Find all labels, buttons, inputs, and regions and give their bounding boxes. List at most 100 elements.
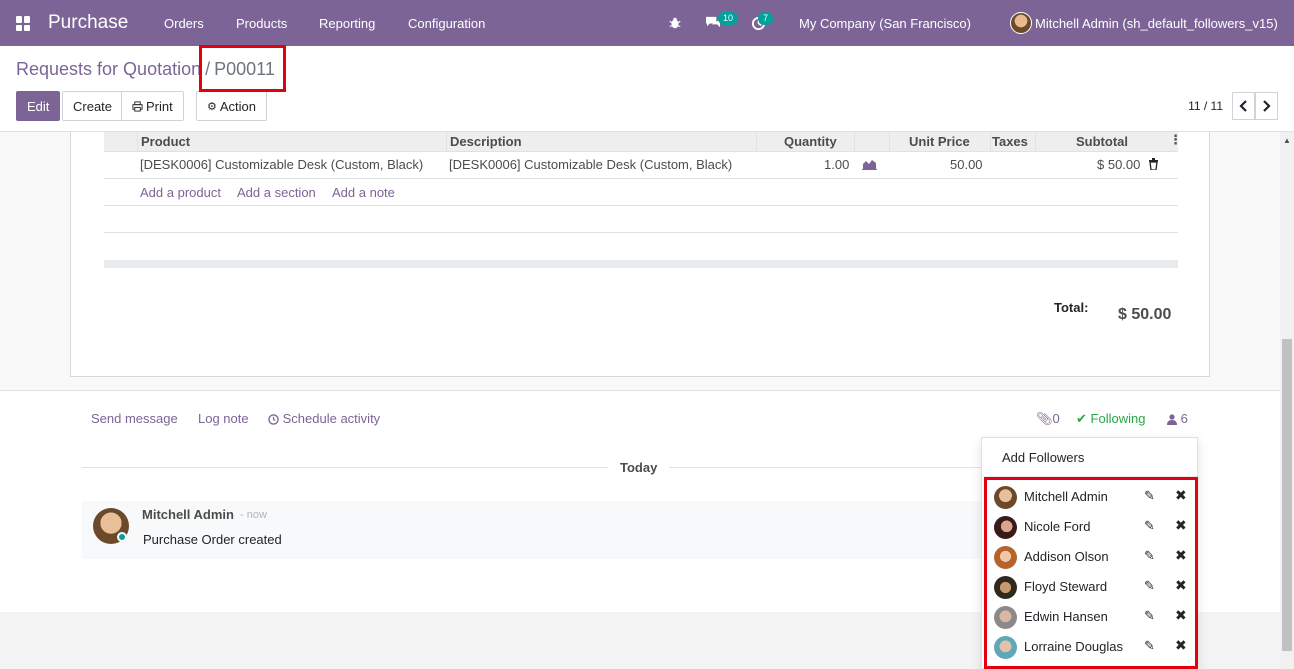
menu-products[interactable]: Products — [236, 16, 287, 31]
user-menu[interactable]: Mitchell Admin (sh_default_followers_v15… — [1010, 0, 1278, 46]
add-product-link[interactable]: Add a product — [140, 185, 221, 200]
schedule-activity-button[interactable]: Schedule activity — [268, 411, 380, 426]
clock-icon — [268, 414, 279, 425]
follower-avatar — [994, 546, 1017, 569]
top-navbar: Purchase Orders Products Reporting Confi… — [0, 0, 1294, 46]
user-name: Mitchell Admin (sh_default_followers_v15… — [1035, 15, 1278, 31]
remove-follower-icon[interactable]: ✖ — [1175, 517, 1187, 534]
follower-item[interactable]: Edwin Hansen ✎ ✖ — [990, 602, 1195, 632]
follower-item[interactable]: Floyd Steward ✎ ✖ — [990, 572, 1195, 602]
menu-reporting[interactable]: Reporting — [319, 16, 375, 31]
add-section-link[interactable]: Add a section — [237, 185, 316, 200]
action-button[interactable]: ⚙ Action — [196, 91, 268, 121]
add-note-link[interactable]: Add a note — [332, 185, 395, 200]
print-icon — [132, 100, 143, 112]
scrollbar-thumb[interactable] — [1282, 339, 1292, 651]
follower-avatar — [994, 576, 1017, 599]
send-message-button[interactable]: Send message — [91, 411, 178, 426]
breadcrumb-current: P00011 — [214, 59, 275, 79]
debug-icon[interactable] — [668, 0, 682, 46]
follower-item[interactable]: Addison Olson ✎ ✖ — [990, 542, 1195, 572]
print-button[interactable]: Print — [121, 91, 184, 121]
pencil-icon[interactable]: ✎ — [1144, 638, 1155, 654]
cell-product[interactable]: [DESK0006] Customizable Desk (Custom, Bl… — [140, 157, 423, 172]
message-author[interactable]: Mitchell Admin — [142, 507, 234, 522]
paperclip-icon: 📎︎ — [1036, 411, 1053, 426]
pager-next-button[interactable] — [1255, 92, 1278, 120]
pager-value[interactable]: 11 / 11 — [1188, 99, 1223, 113]
scroll-up-arrow-icon[interactable]: ▲ — [1283, 136, 1291, 145]
add-followers-button[interactable]: Add Followers — [1002, 450, 1084, 465]
remove-follower-icon[interactable]: ✖ — [1175, 577, 1187, 594]
total-value: $ 50.00 — [1118, 306, 1172, 323]
column-unit-price[interactable]: Unit Price — [909, 134, 970, 149]
pencil-icon[interactable]: ✎ — [1144, 488, 1155, 504]
followers-count: 6 — [1180, 411, 1188, 426]
pager-previous-button[interactable] — [1232, 92, 1255, 120]
follower-name[interactable]: Addison Olson — [1024, 549, 1109, 564]
forecast-chart-icon[interactable] — [862, 158, 877, 173]
follower-name[interactable]: Floyd Steward — [1024, 579, 1107, 594]
print-button-label: Print — [146, 98, 173, 114]
follower-item[interactable]: Nicole Ford ✎ ✖ — [990, 512, 1195, 542]
activities-badge: 7 — [758, 12, 774, 25]
column-product[interactable]: Product — [141, 134, 190, 149]
follower-name[interactable]: Mitchell Admin — [1024, 489, 1108, 504]
pencil-icon[interactable]: ✎ — [1144, 578, 1155, 594]
attachments-button[interactable]: 📎︎0 — [1036, 411, 1060, 427]
breadcrumb-parent[interactable]: Requests for Quotation — [16, 59, 201, 80]
menu-orders[interactable]: Orders — [164, 16, 204, 31]
following-label: Following — [1090, 411, 1146, 426]
menu-configuration[interactable]: Configuration — [408, 16, 485, 31]
cell-subtotal: $ 50.00 — [1097, 157, 1141, 172]
create-button[interactable]: Create — [62, 91, 124, 121]
pencil-icon[interactable]: ✎ — [1144, 608, 1155, 624]
check-icon: ✔ — [1076, 411, 1087, 426]
pencil-icon[interactable]: ✎ — [1144, 548, 1155, 564]
schedule-activity-label: Schedule activity — [282, 411, 381, 426]
edit-button[interactable]: Edit — [16, 91, 61, 121]
apps-menu-icon[interactable] — [16, 16, 31, 31]
follower-item[interactable]: Mitchell Admin ✎ ✖ — [990, 482, 1195, 512]
table-footer — [104, 260, 1178, 268]
follower-name[interactable]: Edwin Hansen — [1024, 609, 1108, 624]
cell-unit-price[interactable]: 50.00 — [950, 157, 983, 172]
pencil-icon[interactable]: ✎ — [1144, 518, 1155, 534]
messages-badge: 10 — [718, 12, 739, 25]
dropdown-divider — [982, 476, 1197, 477]
empty-row — [104, 206, 1178, 233]
remove-follower-icon[interactable]: ✖ — [1175, 607, 1187, 624]
column-description[interactable]: Description — [450, 134, 522, 149]
log-note-button[interactable]: Log note — [198, 411, 249, 426]
follower-item[interactable]: Lorraine Douglas ✎ ✖ — [990, 632, 1195, 662]
follower-avatar — [994, 636, 1017, 659]
cell-description[interactable]: [DESK0006] Customizable Desk (Custom, Bl… — [449, 157, 732, 172]
optional-columns-icon[interactable]: ⋮ — [1169, 132, 1182, 148]
message-body: Purchase Order created — [143, 532, 282, 547]
create-button-label: Create — [73, 98, 113, 114]
column-subtotal[interactable]: Subtotal — [1076, 134, 1128, 149]
follower-name[interactable]: Lorraine Douglas — [1024, 639, 1123, 654]
total-label: Total: — [1054, 300, 1089, 315]
edit-button-label: Edit — [27, 98, 50, 114]
vertical-scrollbar[interactable]: ▲ — [1280, 132, 1294, 669]
chevron-left-icon — [1239, 100, 1247, 112]
date-separator-label: Today — [608, 460, 670, 475]
trash-icon[interactable] — [1148, 158, 1159, 173]
following-button[interactable]: ✔ Following — [1076, 411, 1145, 427]
remove-follower-icon[interactable]: ✖ — [1175, 487, 1187, 504]
follower-name[interactable]: Nicole Ford — [1024, 519, 1090, 534]
column-taxes[interactable]: Taxes — [992, 134, 1028, 149]
app-brand[interactable]: Purchase — [48, 12, 128, 34]
cell-quantity[interactable]: 1.00 — [824, 157, 849, 172]
remove-follower-icon[interactable]: ✖ — [1175, 637, 1187, 654]
followers-button[interactable]: 6 — [1167, 411, 1188, 426]
follower-avatar — [994, 516, 1017, 539]
remove-follower-icon[interactable]: ✖ — [1175, 547, 1187, 564]
company-switcher[interactable]: My Company (San Francisco) — [799, 0, 971, 46]
add-line-row: Add a product Add a section Add a note — [104, 179, 1178, 206]
breadcrumb: Requests for Quotation / P00011 — [16, 59, 275, 80]
table-row[interactable]: [DESK0006] Customizable Desk (Custom, Bl… — [104, 152, 1178, 179]
column-quantity[interactable]: Quantity — [784, 134, 837, 149]
breadcrumb-separator: / — [205, 59, 211, 79]
